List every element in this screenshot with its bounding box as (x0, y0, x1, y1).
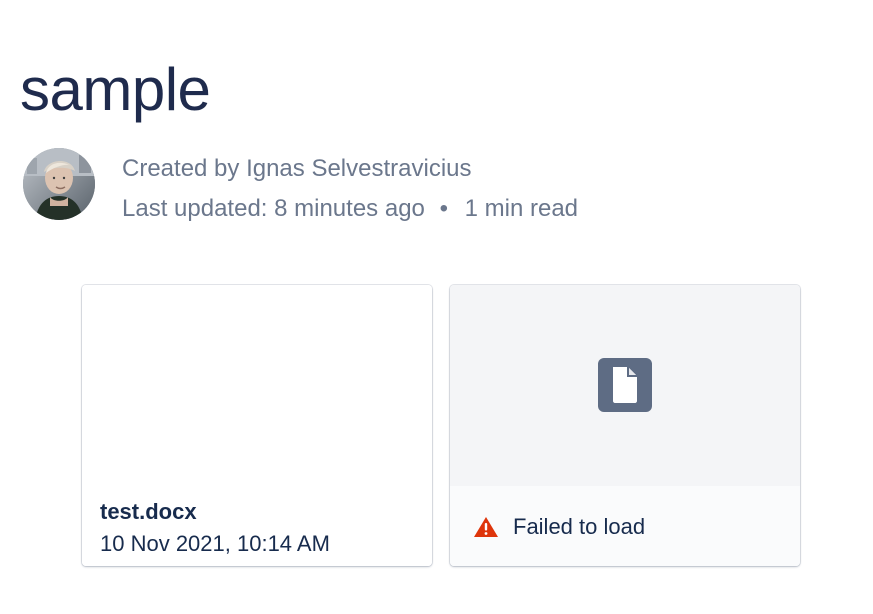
read-time-text: 1 min read (464, 195, 579, 222)
attachment-cards: test.docx 10 Nov 2021, 10:14 AM Failed t… (82, 285, 800, 566)
meta-separator: • (439, 195, 448, 222)
page-meta: Created by Ignas Selvestravicius Last up… (122, 149, 578, 229)
file-icon (598, 358, 652, 412)
failed-preview[interactable] (450, 285, 800, 486)
attachment-file-date: 10 Nov 2021, 10:14 AM (100, 531, 330, 556)
attachment-file-name[interactable]: test.docx (100, 499, 197, 525)
author-avatar[interactable] (23, 148, 95, 220)
page-byline: Created by Ignas Selvestravicius Last up… (23, 148, 578, 229)
confluence-page: sample Created by Ignas Selvestravicius … (0, 0, 873, 614)
failed-to-load-text: Failed to load (513, 514, 646, 539)
failed-status: Failed to load (473, 514, 645, 540)
attachment-card-failed[interactable]: Failed to load (450, 285, 800, 566)
created-by-line: Created by Ignas Selvestravicius (122, 149, 578, 189)
attachment-card-test-docx[interactable]: test.docx 10 Nov 2021, 10:14 AM (82, 285, 432, 566)
page-title: sample (20, 56, 211, 124)
created-by-text[interactable]: Created by Ignas Selvestravicius (122, 155, 472, 182)
failed-footer: Failed to load (450, 486, 800, 566)
attachment-preview[interactable] (82, 285, 432, 486)
last-updated-text[interactable]: Last updated: 8 minutes ago (122, 195, 425, 222)
warning-icon (473, 515, 499, 539)
attachment-footer: test.docx 10 Nov 2021, 10:14 AM (82, 486, 432, 566)
updated-line: Last updated: 8 minutes ago • 1 min read (122, 189, 578, 229)
